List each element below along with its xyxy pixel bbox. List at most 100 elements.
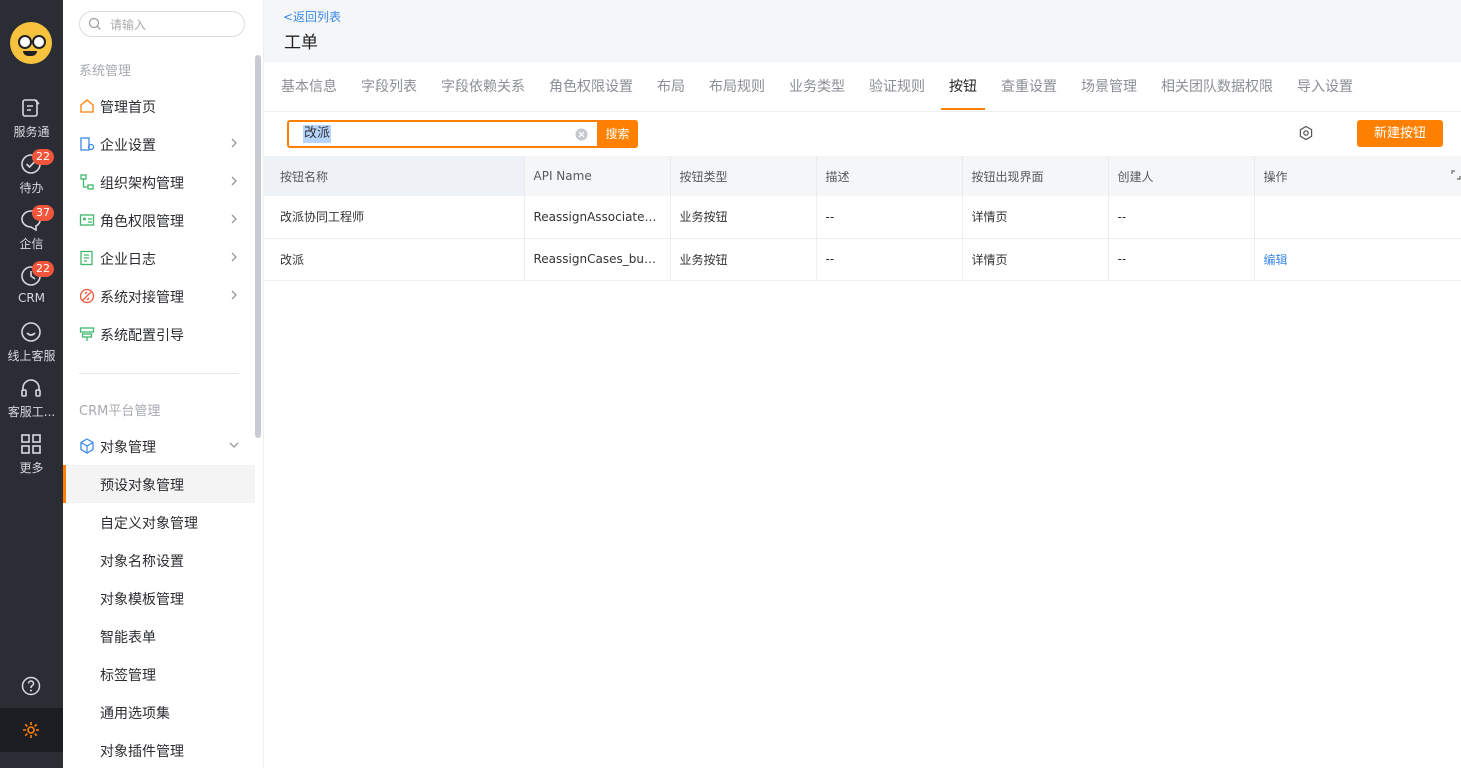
sub-item-smart-form[interactable]: 智能表单 bbox=[63, 617, 255, 655]
log-icon bbox=[80, 250, 93, 266]
tab-field-list[interactable]: 字段列表 bbox=[361, 76, 417, 96]
nav-item-label: 组织架构管理 bbox=[100, 176, 184, 192]
sub-item-label: 预设对象管理 bbox=[100, 478, 184, 494]
sub-item-object-template[interactable]: 对象模板管理 bbox=[63, 579, 255, 617]
tab-scene[interactable]: 场景管理 bbox=[1081, 76, 1137, 96]
col-header-action[interactable]: 操作 bbox=[1254, 156, 1461, 196]
group-title-system: 系统管理 bbox=[79, 64, 132, 79]
nav-item-home[interactable]: 管理首页 bbox=[63, 87, 255, 125]
sidebar-scrollbar[interactable] bbox=[255, 55, 261, 438]
page-title: 工单 bbox=[284, 33, 318, 53]
chevron-down-icon bbox=[229, 442, 239, 448]
rail-item-more[interactable]: 更多 bbox=[0, 429, 63, 479]
nav-item-log[interactable]: 企业日志 bbox=[63, 239, 255, 277]
tab-dedup[interactable]: 查重设置 bbox=[1001, 76, 1057, 96]
sub-item-plugin-mgmt[interactable]: 对象插件管理 bbox=[63, 731, 255, 769]
tab-business-type[interactable]: 业务类型 bbox=[789, 76, 845, 96]
tab-team-permission[interactable]: 相关团队数据权限 bbox=[1161, 76, 1273, 96]
rail-label: 更多 bbox=[19, 461, 44, 475]
sub-item-preset-object[interactable]: 预设对象管理 bbox=[63, 465, 255, 503]
cell-desc: -- bbox=[816, 238, 963, 281]
chevron-right-icon bbox=[231, 252, 237, 262]
col-header-ui[interactable]: 按钮出现界面 bbox=[962, 156, 1109, 196]
col-header-name[interactable]: 按钮名称 bbox=[264, 156, 525, 196]
rail-item-todo[interactable]: 22 待办 bbox=[0, 149, 63, 199]
nav-item-integration[interactable]: 系统对接管理 bbox=[63, 277, 255, 315]
logo-mouth bbox=[23, 51, 37, 56]
group-title-crm: CRM平台管理 bbox=[79, 404, 161, 419]
home-icon bbox=[80, 99, 94, 113]
rail-item-crm[interactable]: 22 CRM bbox=[0, 261, 63, 311]
col-header-api-name[interactable]: API Name bbox=[524, 156, 671, 196]
chat-badge: 37 bbox=[32, 205, 54, 221]
nav-item-org[interactable]: 组织架构管理 bbox=[63, 163, 255, 201]
new-button-button[interactable]: 新建按钮 bbox=[1357, 120, 1443, 147]
rail-label: 企信 bbox=[19, 237, 44, 251]
sub-item-object-name[interactable]: 对象名称设置 bbox=[63, 541, 255, 579]
sub-item-label: 自定义对象管理 bbox=[100, 516, 198, 532]
settings-rail-button[interactable] bbox=[0, 708, 63, 752]
nav-item-object-mgmt[interactable]: 对象管理 bbox=[63, 427, 255, 465]
search-button[interactable]: 搜索 bbox=[597, 120, 638, 148]
cell-api-name: ReassignCases_butt… bbox=[524, 238, 671, 281]
nav-item-label: 角色权限管理 bbox=[100, 214, 184, 230]
col-header-creator[interactable]: 创建人 bbox=[1108, 156, 1255, 196]
nav-item-label: 管理首页 bbox=[100, 100, 156, 116]
gear-icon bbox=[23, 722, 39, 738]
rail-item-chat[interactable]: 37 企信 bbox=[0, 205, 63, 255]
role-icon bbox=[79, 214, 95, 226]
nav-item-label: 系统对接管理 bbox=[100, 290, 184, 306]
rail-item-online-service[interactable]: 线上客服 bbox=[0, 317, 63, 367]
sub-item-label: 对象模板管理 bbox=[100, 592, 184, 608]
rail-label: 客服工... bbox=[7, 405, 56, 419]
sub-item-custom-object[interactable]: 自定义对象管理 bbox=[63, 503, 255, 541]
settings-icon[interactable] bbox=[1298, 125, 1314, 141]
tab-role-permission[interactable]: 角色权限设置 bbox=[549, 76, 633, 96]
tab-basic-info[interactable]: 基本信息 bbox=[281, 76, 337, 96]
table-row[interactable]: 改派 ReassignCases_butt… 业务按钮 -- 详情页 -- 编辑 bbox=[264, 238, 1461, 281]
help-button[interactable] bbox=[0, 664, 63, 708]
button-search-box[interactable]: 改派 搜索 bbox=[287, 120, 638, 148]
col-header-type[interactable]: 按钮类型 bbox=[670, 156, 817, 196]
cell-name: 改派协同工程师 bbox=[264, 196, 525, 239]
chevron-right-icon bbox=[231, 214, 237, 224]
tab-import[interactable]: 导入设置 bbox=[1297, 76, 1353, 96]
nav-item-enterprise[interactable]: 企业设置 bbox=[63, 125, 255, 163]
sidebar-search[interactable] bbox=[79, 11, 245, 37]
nav-item-role[interactable]: 角色权限管理 bbox=[63, 201, 255, 239]
tab-layout[interactable]: 布局 bbox=[657, 76, 685, 96]
column-settings-icon[interactable] bbox=[1450, 170, 1461, 180]
table-header-row: 按钮名称 API Name 按钮类型 描述 按钮出现界面 创建人 操作 bbox=[264, 156, 1461, 196]
object-cube-icon bbox=[80, 438, 94, 454]
edit-link[interactable]: 编辑 bbox=[1264, 253, 1288, 267]
admin-sidebar: 系统管理 管理首页 企业设置 组织架构管理 角色权限管理 企业日志 系统对接管理… bbox=[63, 0, 264, 768]
tab-buttons[interactable]: 按钮 bbox=[949, 76, 977, 96]
app-rail: 服务通 22 待办 37 企信 22 CRM 线上客服 客服工... 更多 bbox=[0, 0, 63, 768]
crm-badge: 22 bbox=[32, 261, 54, 277]
app-logo[interactable] bbox=[10, 22, 52, 64]
cell-creator: -- bbox=[1108, 196, 1255, 239]
headset-icon bbox=[21, 379, 41, 397]
help-icon bbox=[21, 676, 41, 696]
clear-icon[interactable] bbox=[575, 128, 588, 141]
active-tab-indicator bbox=[941, 108, 985, 110]
sub-item-option-set[interactable]: 通用选项集 bbox=[63, 693, 255, 731]
todo-badge: 22 bbox=[32, 149, 54, 165]
sub-item-label: 标签管理 bbox=[100, 668, 156, 684]
rail-item-headset[interactable]: 客服工... bbox=[0, 373, 63, 423]
rail-item-service[interactable]: 服务通 bbox=[0, 93, 63, 143]
nav-item-label: 企业日志 bbox=[100, 252, 156, 268]
tab-layout-rules[interactable]: 布局规则 bbox=[709, 76, 765, 96]
col-header-desc[interactable]: 描述 bbox=[816, 156, 963, 196]
sub-item-tag-mgmt[interactable]: 标签管理 bbox=[63, 655, 255, 693]
tab-validation-rules[interactable]: 验证规则 bbox=[869, 76, 925, 96]
sidebar-search-input[interactable] bbox=[108, 15, 242, 35]
table-row[interactable]: 改派协同工程师 ReassignAssociateE… 业务按钮 -- 详情页 … bbox=[264, 196, 1461, 239]
search-input[interactable]: 改派 bbox=[303, 125, 332, 143]
tab-field-dependency[interactable]: 字段依赖关系 bbox=[441, 76, 525, 96]
online-service-icon bbox=[21, 322, 41, 342]
page-header: <返回列表 工单 bbox=[264, 0, 1461, 62]
nav-item-guide[interactable]: 系统配置引导 bbox=[63, 315, 255, 353]
back-to-list-link[interactable]: <返回列表 bbox=[283, 8, 341, 25]
cell-ui: 详情页 bbox=[962, 238, 1109, 281]
